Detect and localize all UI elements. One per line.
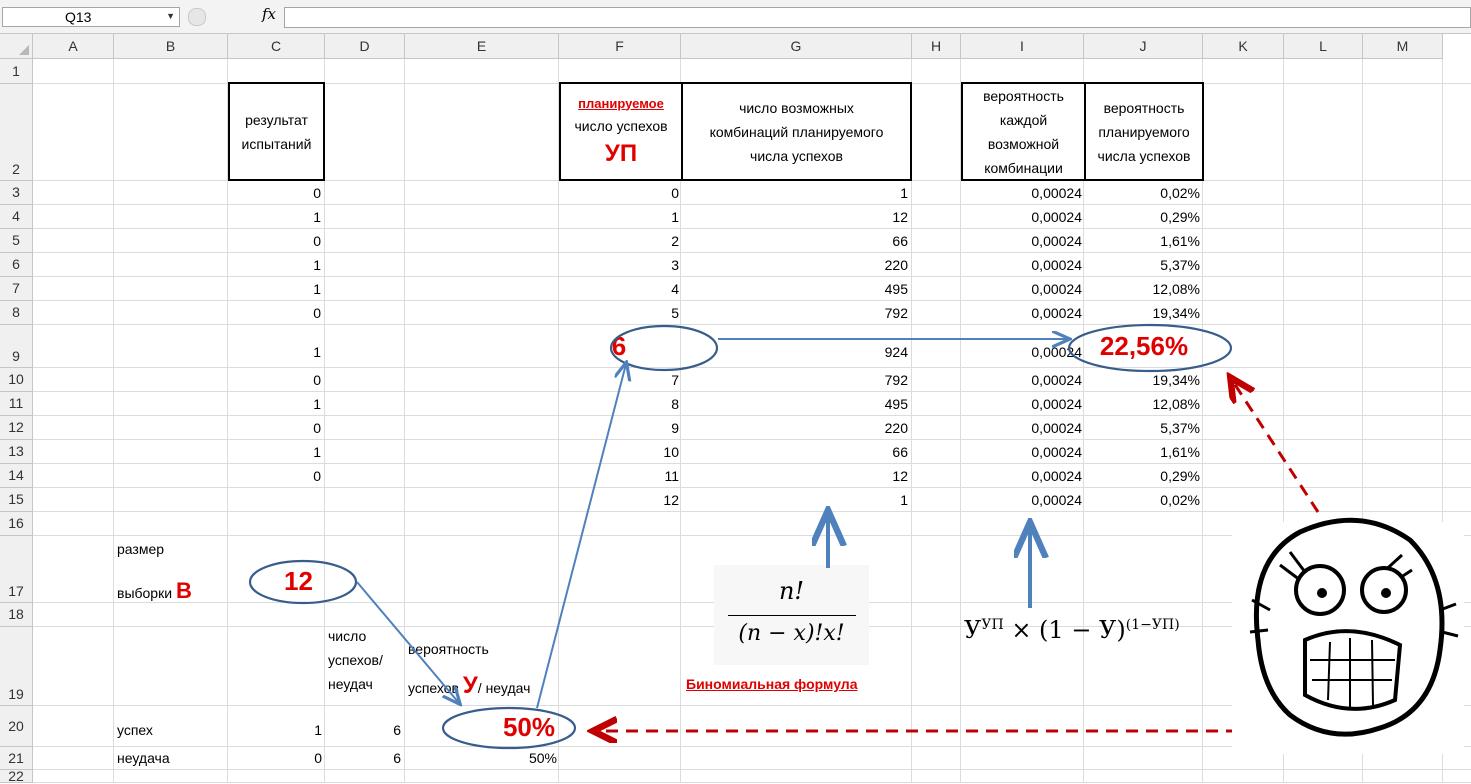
- ellipse-success-probability: [441, 706, 577, 750]
- ellipse-sample-size: [248, 559, 358, 605]
- rage-face-image: [1232, 517, 1464, 754]
- annotation-overlay: [248, 323, 1464, 754]
- ellipse-result-probability: [1067, 323, 1233, 373]
- arrow-sample-to-probability: [356, 581, 459, 703]
- ellipse-planned-value: [609, 324, 719, 372]
- dashed-arrow-to-result: [1232, 380, 1320, 513]
- arrow-probability-to-planned: [536, 364, 626, 709]
